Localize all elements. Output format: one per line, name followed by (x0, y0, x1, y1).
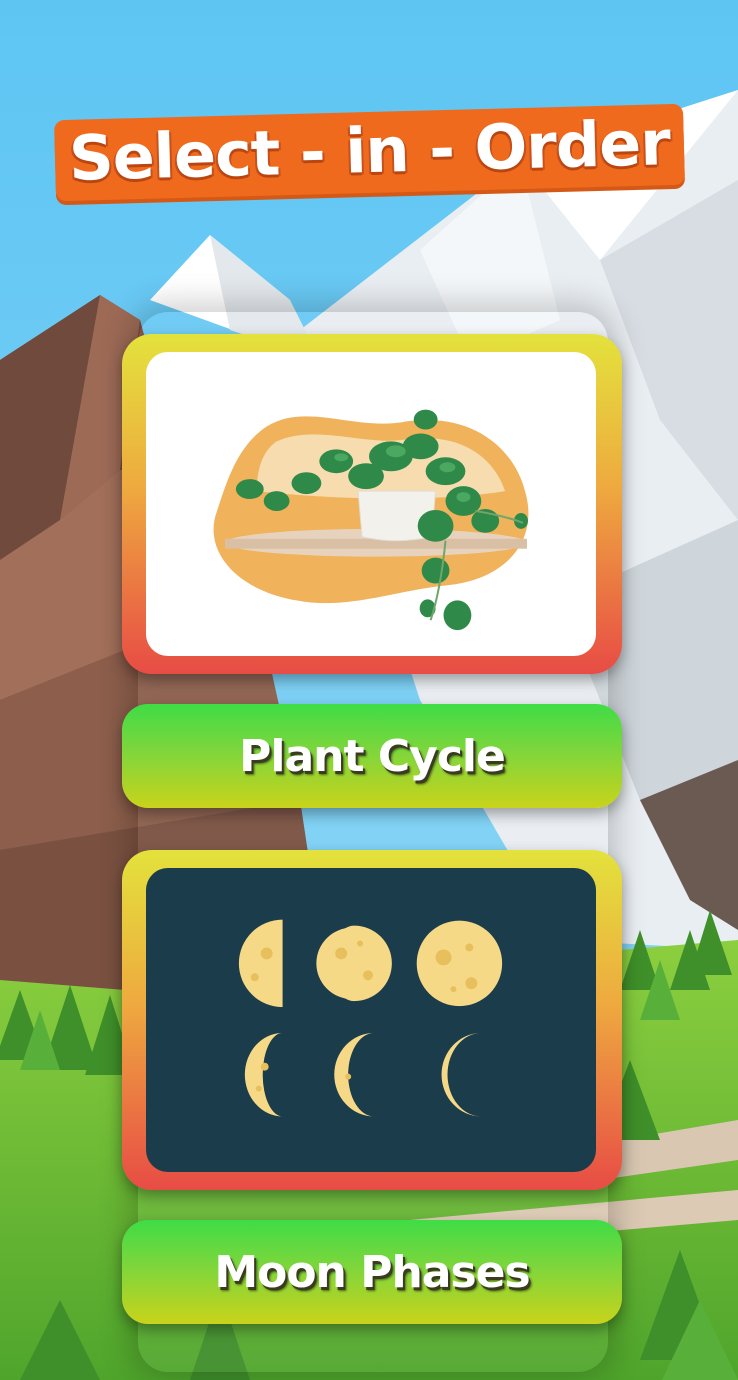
plant-cycle-card[interactable] (122, 334, 622, 674)
moon-phases-image (238, 919, 503, 1117)
moon-phases-card[interactable] (122, 850, 622, 1190)
plant-image (213, 409, 529, 631)
plant-cycle-button[interactable]: Plant Cycle (122, 704, 622, 808)
moon-phases-button[interactable]: Moon Phases (122, 1220, 622, 1324)
title-text: Select - in - Order (53, 103, 685, 202)
plant-image-frame (146, 352, 596, 656)
moon-phases-label: Moon Phases (214, 1246, 530, 1298)
moon-phases-image-frame (146, 868, 596, 1172)
page-title: Select - in - Order (0, 103, 738, 202)
plant-cycle-label: Plant Cycle (239, 730, 506, 782)
